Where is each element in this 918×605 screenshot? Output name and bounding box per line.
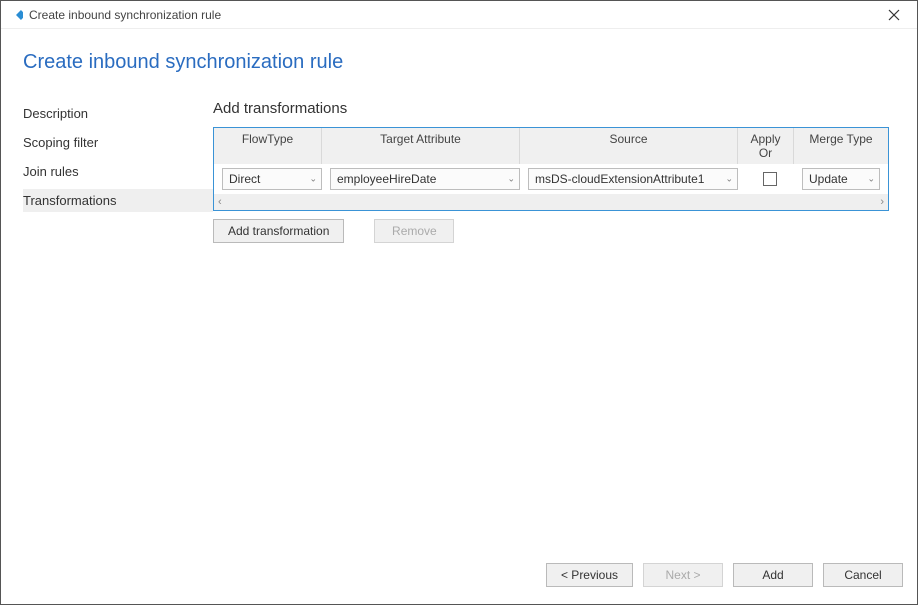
merge-value: Update [809, 172, 848, 186]
grid-row: Direct ⌄ employeeHireDate ⌄ msDS-cloudEx… [214, 164, 888, 194]
sidebar-item-label: Description [23, 106, 88, 121]
add-transformation-button[interactable]: Add transformation [213, 219, 344, 243]
scroll-right-icon[interactable]: › [880, 196, 884, 208]
target-value: employeeHireDate [337, 172, 436, 186]
horizontal-scrollbar[interactable]: ‹ › [214, 194, 888, 210]
grid-header: FlowType Target Attribute Source Apply O… [214, 128, 888, 164]
col-header-source: Source [520, 128, 738, 164]
remove-transformation-button[interactable]: Remove [374, 219, 454, 243]
col-header-flowtype: FlowType [214, 128, 322, 164]
source-dropdown[interactable]: msDS-cloudExtensionAttribute1 ⌄ [528, 168, 738, 190]
flowtype-dropdown[interactable]: Direct ⌄ [222, 168, 322, 190]
source-value: msDS-cloudExtensionAttribute1 [535, 172, 704, 186]
sidebar-item-scoping-filter[interactable]: Scoping filter [23, 131, 213, 154]
target-attribute-dropdown[interactable]: employeeHireDate ⌄ [330, 168, 520, 190]
window-title: Create inbound synchronization rule [29, 8, 879, 22]
merge-type-dropdown[interactable]: Update ⌄ [802, 168, 880, 190]
next-button[interactable]: Next > [643, 563, 723, 587]
chevron-down-icon: ⌄ [309, 174, 317, 185]
sidebar-item-label: Transformations [23, 193, 116, 208]
col-header-target: Target Attribute [322, 128, 520, 164]
page-title: Create inbound synchronization rule [23, 51, 917, 74]
flowtype-value: Direct [229, 172, 260, 186]
previous-button[interactable]: < Previous [546, 563, 633, 587]
wizard-footer: < Previous Next > Add Cancel [1, 554, 917, 604]
sidebar-item-join-rules[interactable]: Join rules [23, 160, 213, 183]
titlebar: Create inbound synchronization rule [1, 1, 917, 29]
cancel-button[interactable]: Cancel [823, 563, 903, 587]
sidebar-item-label: Join rules [23, 164, 79, 179]
add-button[interactable]: Add [733, 563, 813, 587]
sidebar-item-label: Scoping filter [23, 135, 98, 150]
sidebar: Description Scoping filter Join rules Tr… [23, 100, 213, 554]
transformations-pane: Add transformations FlowType Target Attr… [213, 100, 917, 554]
sidebar-item-description[interactable]: Description [23, 102, 213, 125]
chevron-down-icon: ⌄ [725, 174, 733, 185]
chevron-down-icon: ⌄ [507, 174, 515, 185]
app-icon [9, 8, 23, 22]
close-icon[interactable] [879, 1, 909, 28]
section-title: Add transformations [213, 100, 889, 117]
scroll-left-icon[interactable]: ‹ [218, 196, 222, 208]
transformations-grid: FlowType Target Attribute Source Apply O… [213, 127, 889, 211]
apply-once-checkbox[interactable] [763, 172, 777, 186]
col-header-apply-once: Apply Or [738, 128, 794, 164]
sidebar-item-transformations[interactable]: Transformations [23, 189, 213, 212]
chevron-down-icon: ⌄ [867, 174, 875, 185]
col-header-merge: Merge Type [794, 128, 888, 164]
